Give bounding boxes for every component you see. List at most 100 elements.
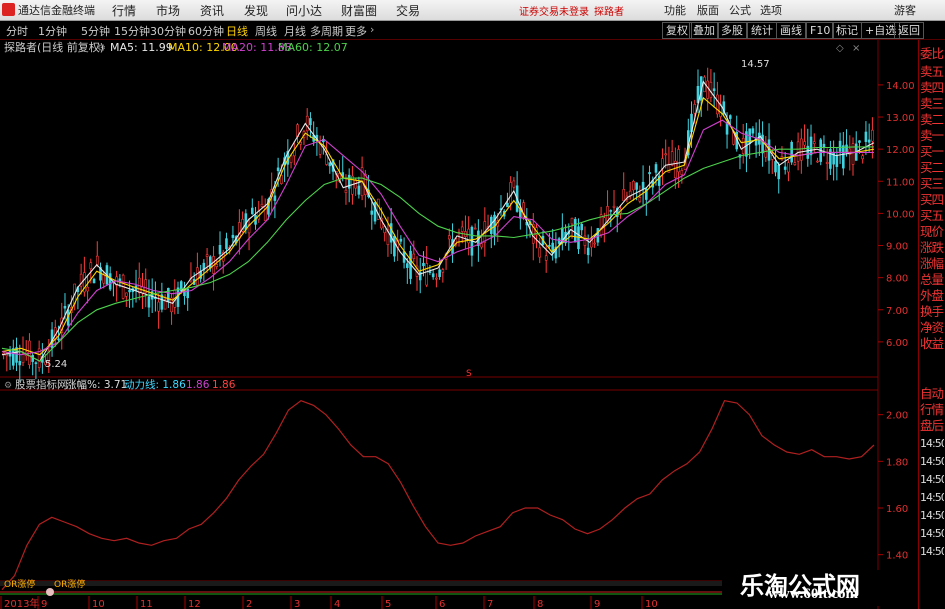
biaoji-button[interactable]: 标记 bbox=[832, 22, 862, 39]
sidebar-buy5[interactable]: 买五 bbox=[920, 208, 944, 224]
menu-xuanxiang[interactable]: 选项 bbox=[760, 2, 782, 18]
tf-1min[interactable]: 1分钟 bbox=[38, 23, 67, 39]
menu-gongshi[interactable]: 公式 bbox=[729, 2, 751, 18]
menu-zixun[interactable]: 资讯 bbox=[200, 2, 224, 19]
sidebar-sell1[interactable]: 卖一 bbox=[920, 128, 944, 144]
user-name[interactable]: 探路者 bbox=[594, 3, 624, 18]
candle-down bbox=[393, 235, 396, 257]
tf-60min[interactable]: 60分钟 bbox=[188, 23, 224, 39]
date-tick-label: 7 bbox=[487, 599, 493, 609]
candle-down bbox=[309, 118, 312, 126]
menu-hangqing[interactable]: 行情 bbox=[112, 2, 136, 19]
tf-weekly[interactable]: 周线 bbox=[255, 23, 277, 39]
sub-value-2: 1.86 bbox=[186, 379, 210, 391]
sidebar-after[interactable]: 盘后 bbox=[920, 418, 944, 434]
dongli-line bbox=[1, 400, 875, 591]
sidebar-change[interactable]: 涨跌 bbox=[920, 240, 944, 256]
menu-gongneng[interactable]: 功能 bbox=[664, 2, 686, 18]
price-tick-label: 14.00 bbox=[886, 81, 915, 92]
sidebar-change-pct[interactable]: 涨幅 bbox=[920, 256, 944, 272]
candle-up bbox=[716, 94, 719, 115]
candle-up bbox=[215, 264, 219, 267]
candle-up bbox=[570, 217, 574, 225]
sidebar-sell5[interactable]: 卖五 bbox=[920, 64, 944, 80]
huaxian-button[interactable]: 画线 bbox=[776, 22, 806, 39]
menu-jiaoyi[interactable]: 交易 bbox=[396, 2, 420, 19]
menu-faxian[interactable]: 发现 bbox=[244, 2, 268, 19]
sidebar-weibi[interactable]: 委比 bbox=[920, 46, 944, 62]
tf-30min[interactable]: 30分钟 bbox=[150, 23, 186, 39]
tf-5min[interactable]: 5分钟 bbox=[81, 23, 110, 39]
candle-down bbox=[548, 245, 551, 247]
candle-up bbox=[861, 155, 864, 160]
login-status[interactable]: 证券交易未登录 bbox=[519, 3, 589, 18]
duogu-button[interactable]: 多股 bbox=[717, 22, 747, 39]
sidebar-buy1[interactable]: 买一 bbox=[920, 144, 944, 160]
date-tick-label: 11 bbox=[140, 599, 153, 609]
diejia-button[interactable]: 叠加 bbox=[689, 22, 719, 39]
tf-15min[interactable]: 15分钟 bbox=[114, 23, 150, 39]
candle-down bbox=[596, 228, 600, 243]
dongli-value: 动力线: 1.86 bbox=[124, 378, 186, 391]
candle-down bbox=[609, 210, 613, 212]
sidebar-sell2[interactable]: 卖二 bbox=[920, 112, 944, 128]
candle-down bbox=[838, 140, 842, 152]
kline-chart[interactable]: 探路者(日线 前复权) ⚙ MA5: 11.99 MA10: 12.00 MA2… bbox=[0, 40, 918, 609]
sub-panel-gear-icon[interactable]: ⚙ bbox=[4, 381, 12, 391]
candle-down bbox=[845, 144, 848, 153]
candle-up bbox=[871, 129, 874, 142]
candle-up bbox=[205, 254, 209, 257]
candle-up bbox=[670, 151, 674, 166]
sidebar-eps[interactable]: 收益 bbox=[920, 336, 944, 352]
tongji-button[interactable]: 统计 bbox=[747, 22, 777, 39]
tf-multi[interactable]: 多周期 bbox=[310, 23, 343, 39]
sidebar-quote[interactable]: 行情 bbox=[920, 402, 944, 418]
candle-up bbox=[606, 206, 609, 222]
flag-label-2: OR涨停 bbox=[54, 578, 85, 590]
menu-banmian[interactable]: 版面 bbox=[697, 2, 719, 18]
sidebar-auto[interactable]: 自动 bbox=[920, 386, 944, 402]
menu-shichang[interactable]: 市场 bbox=[156, 2, 180, 19]
candle-down bbox=[399, 238, 403, 242]
menu-wenxiaoda[interactable]: 问小达 bbox=[286, 2, 322, 19]
candle-down bbox=[648, 172, 651, 175]
f10-button[interactable]: F10 bbox=[806, 22, 835, 39]
candle-down bbox=[389, 223, 393, 243]
tf-fenshi[interactable]: 分时 bbox=[6, 23, 28, 39]
date-tick-label: 5 bbox=[385, 599, 391, 609]
ma5-label: MA5: 11.99 bbox=[110, 41, 173, 54]
candle-down bbox=[438, 269, 441, 277]
sidebar-volume[interactable]: 总量 bbox=[920, 272, 944, 288]
sidebar-turnover[interactable]: 换手 bbox=[920, 304, 944, 320]
sidebar-buy2[interactable]: 买二 bbox=[920, 160, 944, 176]
diamond-icon[interactable]: ◇ bbox=[836, 43, 844, 54]
sidebar-buy3[interactable]: 买三 bbox=[920, 176, 944, 192]
sidebar-outer[interactable]: 外盘 bbox=[920, 288, 944, 304]
close-panel-icon[interactable]: × bbox=[852, 43, 860, 54]
watermark-url: www.60lt.com bbox=[768, 586, 858, 602]
sidebar-sell3[interactable]: 卖三 bbox=[920, 96, 944, 112]
sidebar-price[interactable]: 现价 bbox=[920, 224, 944, 240]
tf-monthly[interactable]: 月线 bbox=[284, 23, 306, 39]
candle-up bbox=[480, 243, 483, 248]
more-chevron-icon[interactable]: › bbox=[370, 23, 374, 36]
back-button[interactable]: 返回 bbox=[894, 22, 924, 39]
date-tick-label: 3 bbox=[294, 599, 300, 609]
menu-caifuquan[interactable]: 财富圈 bbox=[341, 2, 377, 19]
sidebar-nav[interactable]: 净资 bbox=[920, 320, 944, 336]
candle-up bbox=[460, 226, 464, 232]
app-title: 通达信金融终端 bbox=[18, 4, 95, 17]
panel-gear-icon[interactable]: ⚙ bbox=[97, 43, 106, 54]
date-tick-label: 6 bbox=[439, 599, 445, 609]
guest-button[interactable]: 游客 bbox=[894, 2, 916, 18]
candle-up bbox=[412, 253, 416, 259]
high-price-label: 14.57 bbox=[741, 59, 770, 70]
tf-daily[interactable]: 日线 bbox=[226, 23, 248, 39]
zhangfu-value: 涨幅%: 3.71 bbox=[66, 378, 127, 391]
fuquan-button[interactable]: 复权 bbox=[662, 22, 692, 39]
candle-up bbox=[125, 292, 128, 297]
sidebar-buy4[interactable]: 买四 bbox=[920, 192, 944, 208]
sidebar-sell4[interactable]: 卖四 bbox=[920, 80, 944, 96]
tf-more[interactable]: 更多 bbox=[345, 23, 367, 39]
candle-up bbox=[102, 274, 106, 284]
